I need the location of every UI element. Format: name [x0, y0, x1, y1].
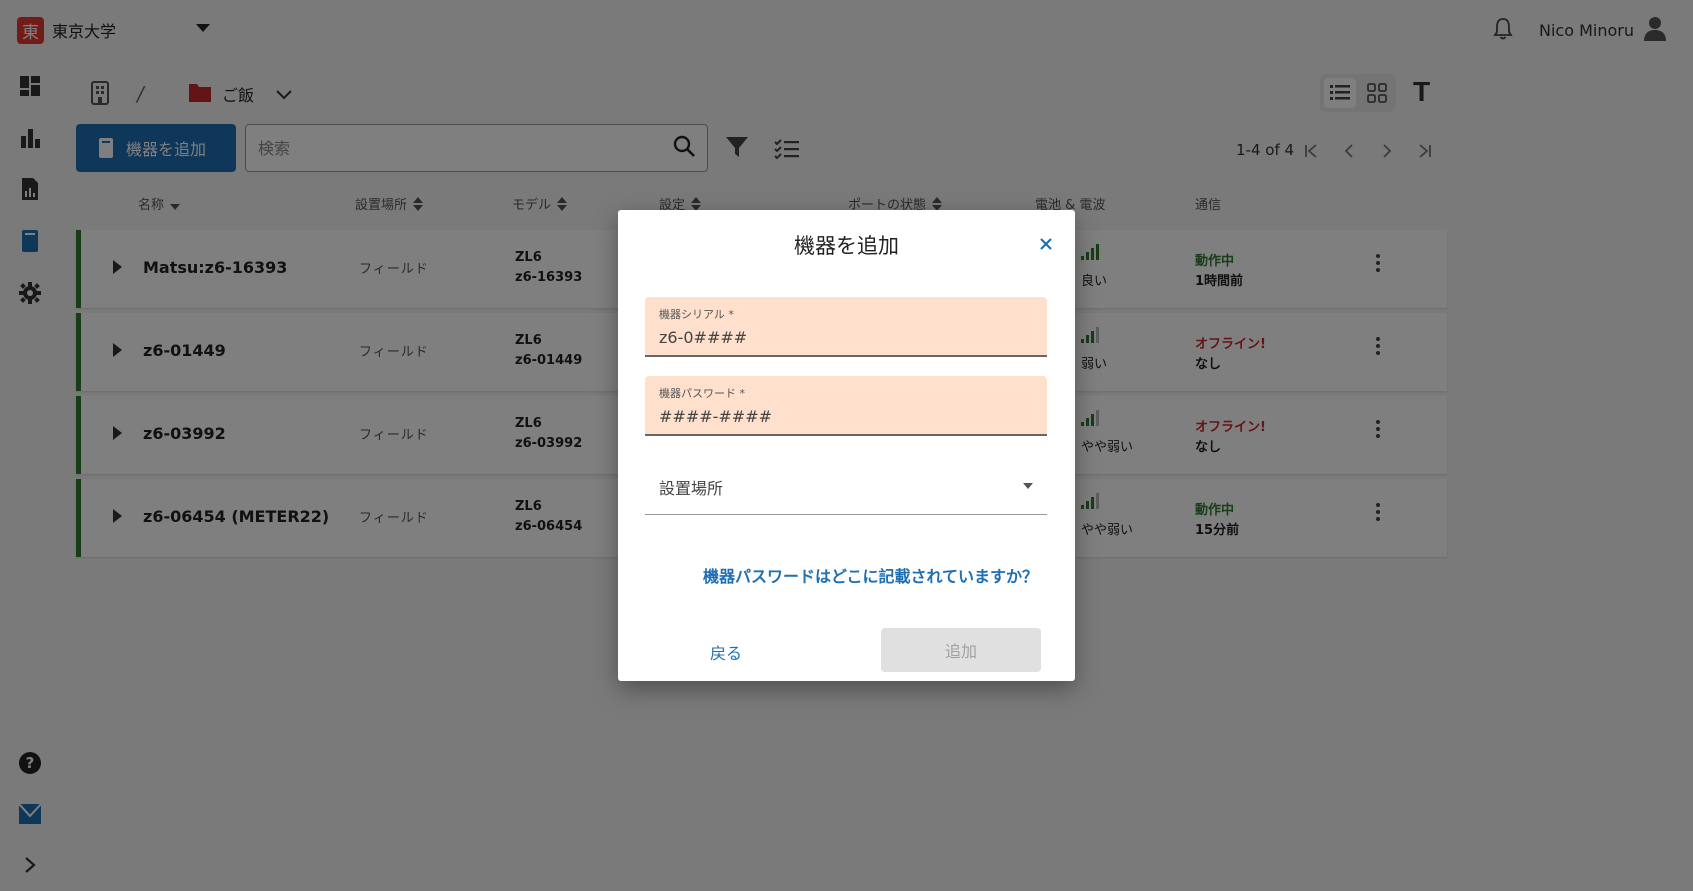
back-button[interactable]: 戻る [710, 640, 742, 664]
password-field-value[interactable]: ####-#### [659, 407, 772, 426]
serial-field-label: 機器シリアル * [659, 308, 734, 321]
serial-field-value[interactable]: z6-0#### [659, 328, 747, 347]
close-icon[interactable] [1036, 234, 1056, 254]
add-submit-button[interactable]: 追加 [881, 628, 1041, 672]
add-device-dialog: 機器を追加 機器シリアル * z6-0#### 機器パスワード * ####-#… [618, 210, 1075, 681]
password-help-link[interactable]: 機器パスワードはどこに記載されていますか？ [703, 563, 1038, 587]
password-field-label: 機器パスワード * [659, 387, 745, 400]
password-field[interactable]: 機器パスワード * ####-#### [645, 376, 1047, 436]
location-select[interactable]: 設置場所 [645, 455, 1047, 515]
caret-down-icon[interactable] [1023, 483, 1033, 489]
location-select-label: 設置場所 [659, 479, 724, 498]
dialog-title: 機器を追加 [794, 234, 899, 258]
serial-field[interactable]: 機器シリアル * z6-0#### [645, 297, 1047, 357]
